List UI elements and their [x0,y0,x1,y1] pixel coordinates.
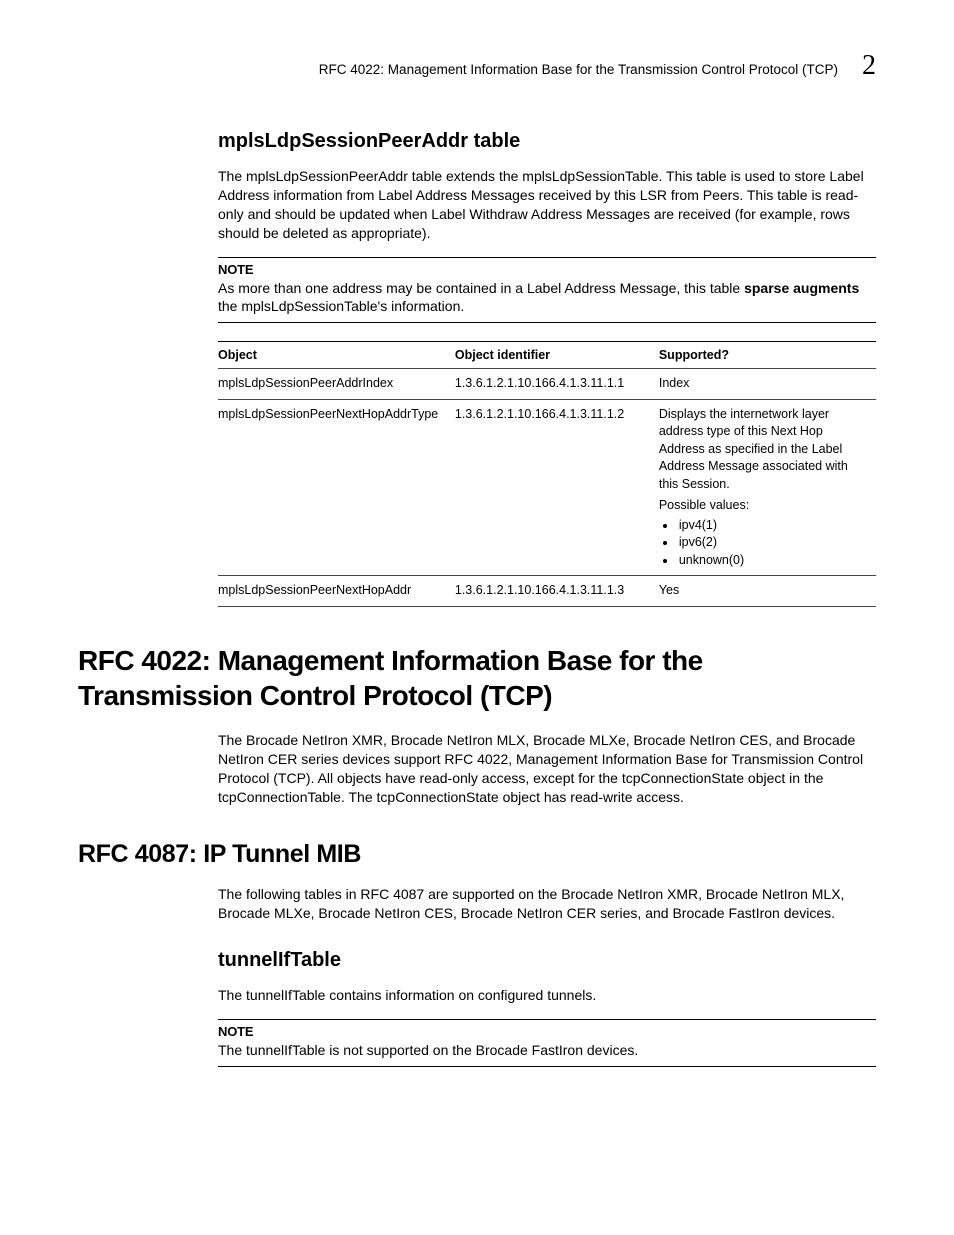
paragraph: The mplsLdpSessionPeerAddr table extends… [218,167,876,243]
page-number: 2 [862,50,876,82]
list-item: ipv4(1) [677,517,868,535]
value-list: ipv4(1) ipv6(2) unknown(0) [659,517,868,570]
cell-text: Displays the internetwork layer address … [659,406,868,494]
cell-object: mplsLdpSessionPeerNextHopAddr [218,576,455,607]
page: RFC 4022: Management Information Base fo… [0,0,954,1145]
note-box: NOTE The tunnelIfTable is not supported … [218,1019,876,1067]
col-header-object: Object [218,342,455,369]
note-label: NOTE [218,1024,876,1039]
list-item: unknown(0) [677,552,868,570]
cell-oid: 1.3.6.1.2.1.10.166.4.1.3.11.1.2 [455,399,659,576]
note-text-post: the mplsLdpSessionTable's information. [218,298,464,314]
table-row: mplsLdpSessionPeerAddrIndex 1.3.6.1.2.1.… [218,369,876,400]
cell-oid: 1.3.6.1.2.1.10.166.4.1.3.11.1.3 [455,576,659,607]
note-body: The tunnelIfTable is not supported on th… [218,1041,876,1060]
note-body: As more than one address may be containe… [218,279,876,317]
table-row: mplsLdpSessionPeerNextHopAddr 1.3.6.1.2.… [218,576,876,607]
col-header-supported: Supported? [659,342,876,369]
cell-object: mplsLdpSessionPeerNextHopAddrType [218,399,455,576]
heading-mplsldpsessionpeeraddr: mplsLdpSessionPeerAddr table [218,130,876,153]
table-header-row: Object Object identifier Supported? [218,342,876,369]
col-header-oid: Object identifier [455,342,659,369]
running-header: RFC 4022: Management Information Base fo… [78,50,876,82]
section-mplsldpsessionpeeraddr: mplsLdpSessionPeerAddr table The mplsLdp… [218,130,876,607]
paragraph: The tunnelIfTable contains information o… [218,986,876,1005]
heading-tunneliftable: tunnelIfTable [218,949,876,972]
section-rfc4087-body: The following tables in RFC 4087 are sup… [218,885,876,1067]
table-mplsldpsessionpeeraddr: Object Object identifier Supported? mpls… [218,341,876,607]
section-rfc4022-body: The Brocade NetIron XMR, Brocade NetIron… [218,731,876,807]
cell-text: Possible values: [659,497,868,515]
cell-oid: 1.3.6.1.2.1.10.166.4.1.3.11.1.1 [455,369,659,400]
note-box: NOTE As more than one address may be con… [218,257,876,324]
header-text: RFC 4022: Management Information Base fo… [319,62,838,77]
cell-supported: Index [659,369,876,400]
note-text-pre: As more than one address may be containe… [218,280,744,296]
heading-rfc4022: RFC 4022: Management Information Base fo… [78,643,876,713]
note-text-bold: sparse augments [744,280,859,296]
cell-object: mplsLdpSessionPeerAddrIndex [218,369,455,400]
cell-supported: Displays the internetwork layer address … [659,399,876,576]
cell-supported: Yes [659,576,876,607]
table-row: mplsLdpSessionPeerNextHopAddrType 1.3.6.… [218,399,876,576]
paragraph: The Brocade NetIron XMR, Brocade NetIron… [218,731,876,807]
paragraph: The following tables in RFC 4087 are sup… [218,885,876,923]
heading-rfc4087: RFC 4087: IP Tunnel MIB [78,840,876,869]
note-label: NOTE [218,262,876,277]
list-item: ipv6(2) [677,534,868,552]
